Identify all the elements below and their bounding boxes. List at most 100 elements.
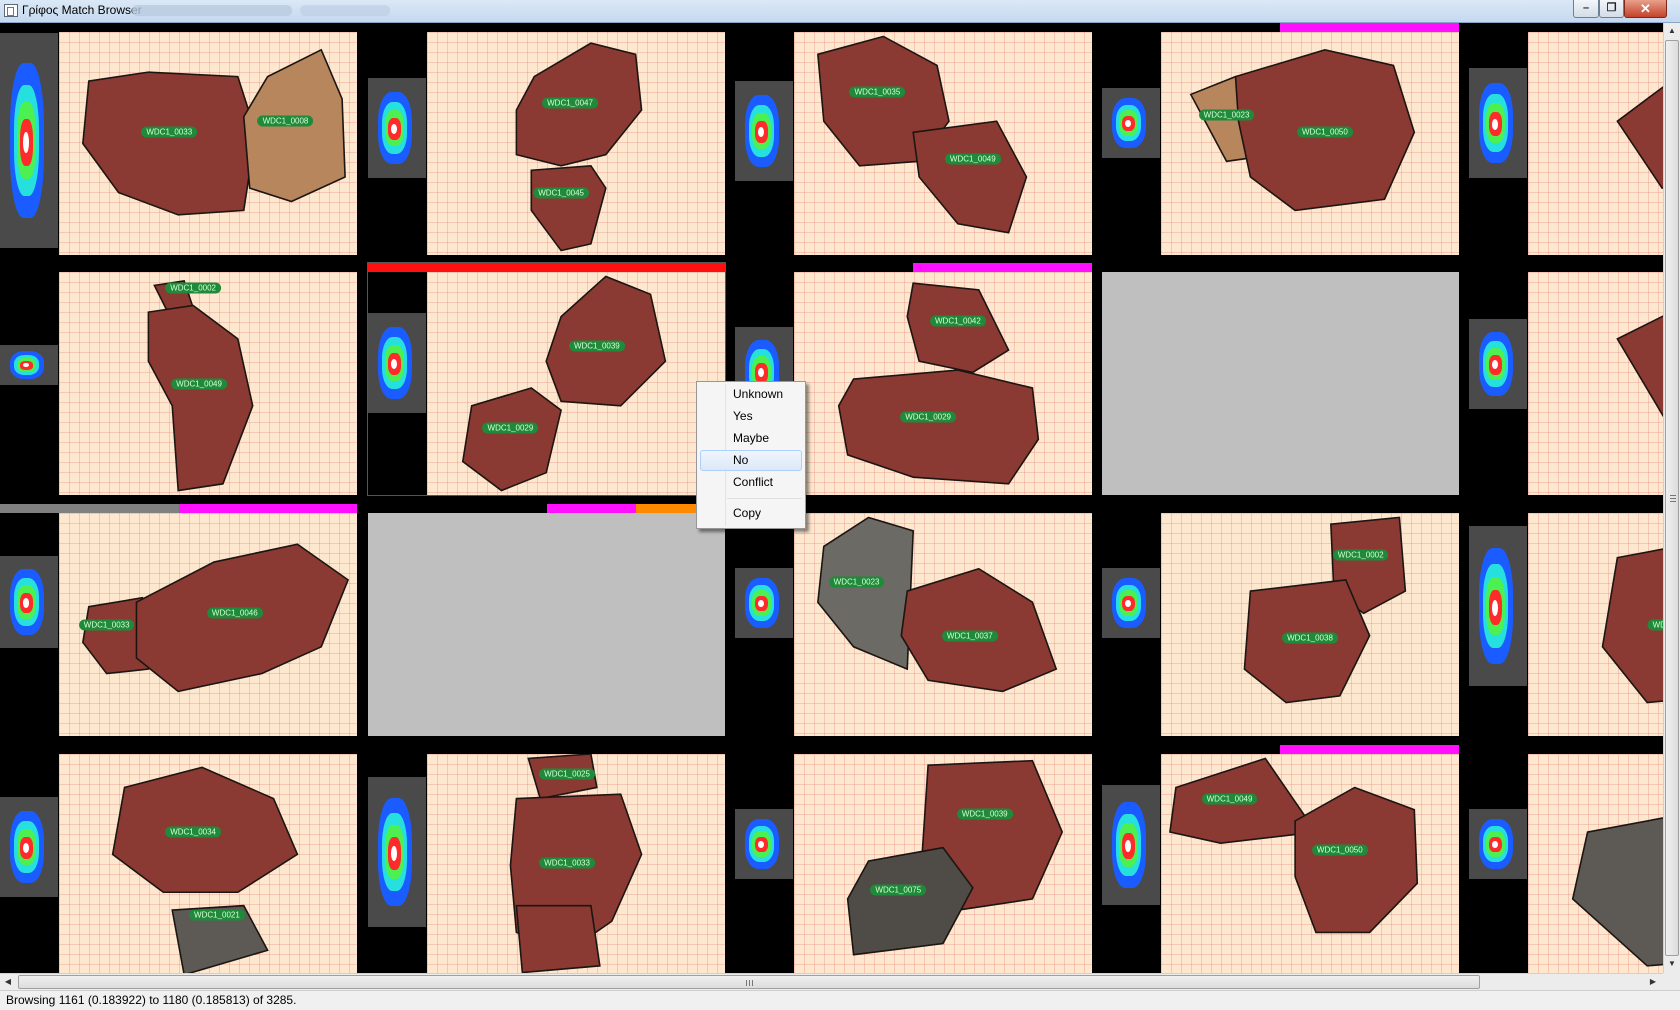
match-status-bar [0, 504, 179, 513]
minimize-button[interactable]: – [1573, 0, 1599, 18]
fragment-pair-render[interactable]: WDC1_0042 WDC1_0029 [794, 272, 1092, 495]
fragment-label: WDC1_0002 [165, 282, 221, 294]
match-cell[interactable] [1102, 263, 1459, 495]
title-bar: Γρίφος Match Browser – ❐ ✕ [0, 0, 1680, 23]
horizontal-scrollbar[interactable]: ◀ ▶ [0, 973, 1663, 990]
match-cell[interactable]: WDC1_0025 WDC1_0033 [368, 745, 725, 973]
match-cell[interactable]: WDC1_0034 WDC1_0021 [0, 745, 357, 973]
fragment-pair-render[interactable]: WDC1_0049 WDC1_0050 [1161, 754, 1459, 973]
match-cell[interactable]: WDC1_0002 WDC1_0049 [0, 263, 357, 495]
fragment-pair-render[interactable]: WDC1_0039 WDC1_0029 [427, 272, 725, 495]
scroll-corner [1663, 973, 1680, 990]
fragment-shape [1617, 294, 1663, 439]
close-button[interactable]: ✕ [1624, 0, 1667, 18]
menu-item-unknown[interactable]: Unknown [700, 384, 802, 405]
restore-button[interactable]: ❐ [1599, 0, 1624, 18]
match-cell[interactable]: WDC1_0023 WDC1_0037 [735, 504, 1092, 736]
fragment-pair-render[interactable]: WDC1_0025 WDC1_0033 [427, 754, 725, 973]
status-bar: Browsing 1161 (0.183922) to 1180 (0.1858… [0, 990, 1680, 1010]
menu-item-no[interactable]: No [700, 450, 802, 471]
menu-separator [727, 498, 802, 499]
vertical-scrollbar[interactable]: ▲ ▼ [1663, 23, 1680, 973]
match-cell[interactable]: WDC1_0033 WDC1_0008 [0, 23, 357, 255]
match-cell[interactable] [368, 504, 725, 736]
match-cell[interactable]: WDC1_0039 WDC1_0029 [367, 262, 726, 496]
menu-item-maybe[interactable]: Maybe [700, 428, 802, 449]
fragment-shape [1295, 787, 1417, 932]
error-heatmap [0, 556, 58, 648]
fragment-label: WDC1_0050 [1311, 844, 1368, 856]
fragment-pair-render[interactable] [1528, 754, 1663, 973]
fragment-pair-render[interactable]: WDC1_00 [1528, 513, 1663, 736]
minimize-icon: – [1582, 2, 1590, 14]
grip-line [752, 980, 753, 986]
match-cell[interactable]: WDC1_0047 WDC1_0045 [368, 23, 725, 255]
match-cell[interactable] [1469, 23, 1663, 255]
fragment-pair-render[interactable]: WDC1_0035 WDC1_0049 [794, 32, 1092, 255]
grip-line [1670, 498, 1676, 499]
horizontal-scroll-thumb[interactable] [18, 975, 1480, 989]
grip-line [1670, 495, 1676, 496]
vertical-scroll-thumb[interactable] [1665, 40, 1679, 956]
match-cell[interactable] [1469, 745, 1663, 973]
fragment-pair-render[interactable] [1528, 272, 1663, 495]
match-cell[interactable]: WDC1_0023 WDC1_0050 [1102, 23, 1459, 255]
match-cell[interactable]: WDC1_00 [1469, 504, 1663, 736]
scroll-up-icon[interactable]: ▲ [1664, 23, 1680, 39]
match-status-bar [1280, 23, 1459, 32]
fragment-pair-render[interactable]: WDC1_0034 WDC1_0021 [59, 754, 357, 973]
fragment-label: WDC1_0045 [533, 187, 589, 199]
fragment-pair-render[interactable]: WDC1_0002 WDC1_0038 [1161, 513, 1459, 736]
app-icon [4, 4, 18, 17]
grip-line [1670, 501, 1676, 502]
fragment-shape [531, 166, 606, 251]
match-cell[interactable]: WDC1_0002 WDC1_0038 [1102, 504, 1459, 736]
fragment-shape [1617, 54, 1663, 188]
fragment-shape [1573, 810, 1663, 966]
fragment-label: WDC1_0023 [828, 576, 885, 588]
fragment-shape [848, 848, 973, 955]
fragment-pair-render[interactable]: WDC1_0033 WDC1_0008 [59, 32, 357, 255]
fragment-pair-render[interactable] [1528, 32, 1663, 255]
fragment-label: WDC1_0049 [171, 378, 227, 389]
scroll-right-icon[interactable]: ▶ [1645, 974, 1661, 990]
match-cell[interactable]: WDC1_0049 WDC1_0050 [1102, 745, 1459, 973]
match-status-bar [179, 504, 357, 513]
error-heatmap [1469, 526, 1527, 686]
error-heatmap [735, 568, 793, 638]
error-heatmap [735, 81, 793, 181]
empty-match-slot [368, 513, 725, 736]
fragment-label: WDC1_0047 [542, 97, 598, 109]
scroll-left-icon[interactable]: ◀ [0, 974, 16, 990]
context-menu: Unknown Yes Maybe No Conflict Copy [696, 381, 806, 529]
match-status-bar [368, 263, 725, 272]
fragment-label: WDC1_0023 [1198, 109, 1255, 120]
fragment-label: WDC1_0033 [539, 857, 595, 869]
error-heatmap [368, 777, 426, 927]
fragment-pair-render[interactable]: WDC1_0033 WDC1_0046 [59, 513, 357, 736]
fragment-pair-render[interactable]: WDC1_0023 WDC1_0037 [794, 513, 1092, 736]
menu-item-yes[interactable]: Yes [700, 406, 802, 427]
match-cell[interactable]: WDC1_0033 WDC1_0046 [0, 504, 357, 736]
match-cell[interactable]: WDC1_0039 WDC1_0075 [735, 745, 1092, 973]
match-cell[interactable] [1469, 263, 1663, 495]
fragment-label: WDC1_0039 [568, 340, 625, 352]
match-cell[interactable]: WDC1_0035 WDC1_0049 [735, 23, 1092, 255]
fragment-pair-render[interactable]: WDC1_0039 WDC1_0075 [794, 754, 1092, 973]
fragment-pair-render[interactable]: WDC1_0047 WDC1_0045 [427, 32, 725, 255]
fragment-label: WDC1_0034 [165, 826, 221, 838]
fragment-pair-render[interactable]: WDC1_0023 WDC1_0050 [1161, 32, 1459, 255]
fragment-pair-render[interactable]: WDC1_0002 WDC1_0049 [59, 272, 357, 495]
grip-line [749, 980, 750, 986]
fragment-label: WDC1_0029 [900, 411, 956, 423]
fragment-label: WDC1_0002 [1332, 549, 1389, 561]
fragment-label: WDC1_0039 [956, 808, 1013, 820]
menu-item-conflict[interactable]: Conflict [700, 472, 802, 493]
match-grid[interactable]: WDC1_0033 WDC1_0008 WDC1_0047 WDC1_0045 WDC1… [0, 23, 1663, 973]
error-heatmap [0, 797, 58, 897]
menu-item-copy[interactable]: Copy [700, 503, 802, 524]
fragment-label: WDC1_0038 [1282, 632, 1338, 644]
fragment-label: WDC1_0033 [78, 619, 135, 630]
window-title: Γρίφος Match Browser [22, 3, 142, 17]
scroll-down-icon[interactable]: ▼ [1664, 956, 1680, 972]
